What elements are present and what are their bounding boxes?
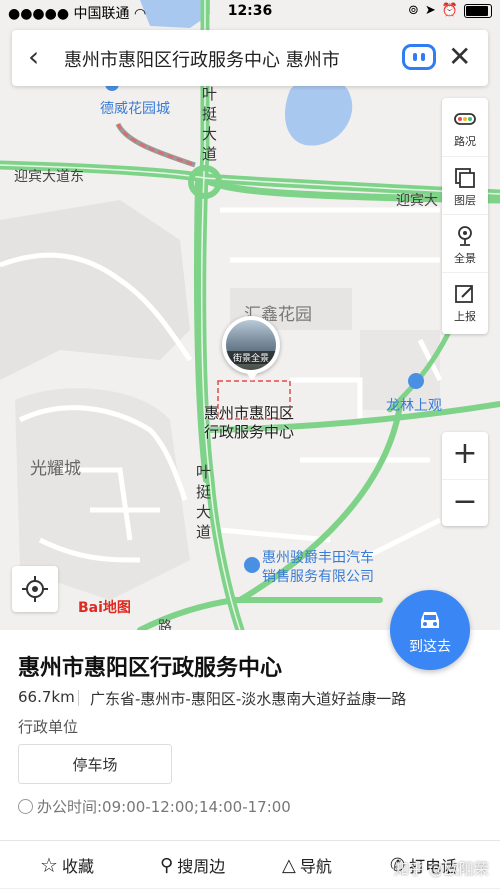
battery-icon xyxy=(464,3,492,18)
parking-tag-button[interactable]: 停车场 xyxy=(18,744,172,784)
place-address: 广东省-惠州市-惠阳区-淡水惠南大道好益康一路 xyxy=(90,690,407,708)
star-icon: ☆ xyxy=(40,853,58,877)
map-label-dealer[interactable]: 惠州骏爵丰田汽车 销售服务有限公司 xyxy=(262,549,374,587)
panorama-button[interactable]: 全景 xyxy=(442,214,488,273)
voice-assistant-icon[interactable] xyxy=(402,44,436,70)
alarm-icon: ⏰ xyxy=(441,3,458,18)
poi-line-1: 惠州市惠阳区 xyxy=(204,404,295,422)
street-view-thumbnail: 街景全景 xyxy=(226,320,276,370)
pin-pointer xyxy=(246,372,258,381)
road-label-yeting-top: 叶挺大道 xyxy=(202,85,218,163)
lock-rotation-icon: ⊚ xyxy=(408,3,419,18)
poi-line-2: 行政服务中心 xyxy=(204,423,295,441)
place-category: 行政单位 xyxy=(18,718,79,736)
zoom-in-button[interactable]: + xyxy=(442,432,488,478)
status-icons: ⊚ ➤ ⏰ xyxy=(408,3,492,18)
road-label-yingbin: 迎宾大 xyxy=(396,193,438,209)
nearby-button[interactable]: ⚲ 搜周边 xyxy=(160,853,225,877)
baidu-map-logo: Bai地图 xyxy=(78,600,131,616)
favorite-button[interactable]: ☆ 收藏 xyxy=(40,853,94,877)
nearby-label: 搜周边 xyxy=(177,857,226,876)
zhihu-watermark: 知乎 @欧阳荣 xyxy=(394,860,489,878)
zoom-out-button[interactable]: − xyxy=(442,479,488,526)
edit-icon xyxy=(455,285,473,303)
layers-icon xyxy=(455,168,475,188)
back-icon[interactable]: ‹ xyxy=(28,42,39,72)
map-label-poi[interactable]: 惠州市惠阳区 行政服务中心 xyxy=(204,404,294,442)
road-label-yingbin-east: 迎宾大道东 xyxy=(14,169,84,185)
layers-button[interactable]: 图层 xyxy=(442,156,488,215)
street-view-pin[interactable]: 街景全景 xyxy=(222,316,280,374)
navigate-label: 导航 xyxy=(299,857,332,876)
location-icon: ➤ xyxy=(424,3,436,18)
traffic-button[interactable]: 路况 xyxy=(442,98,488,156)
close-icon[interactable]: ✕ xyxy=(448,40,471,73)
locate-button[interactable] xyxy=(12,566,58,612)
navigate-button[interactable]: △ 导航 xyxy=(282,853,332,877)
car-icon xyxy=(421,612,439,628)
map-label-dewei[interactable]: 德威花园城 xyxy=(100,98,170,118)
street-view-caption: 街景全景 xyxy=(226,351,276,364)
status-bar: ●●●●● 中国联通 ◠ 12:36 ⊚ ➤ ⏰ xyxy=(0,0,500,24)
search-header: ‹ 惠州市惠阳区行政服务中心 惠州市 ✕ xyxy=(12,30,488,86)
panorama-label: 全景 xyxy=(454,252,476,265)
divider xyxy=(78,690,79,706)
place-hours: 办公时间:09:00-12:00;14:00-17:00 xyxy=(18,796,291,817)
traffic-icon xyxy=(454,113,476,125)
layers-label: 图层 xyxy=(454,194,476,207)
report-label: 上报 xyxy=(454,310,476,323)
map-label-guangyao: 光耀城 xyxy=(30,459,81,479)
map-toolbar: 路况 图层 全景 上报 xyxy=(442,98,488,334)
zoom-control: + − xyxy=(442,432,488,526)
go-here-button[interactable]: 到这去 xyxy=(390,590,470,670)
favorite-label: 收藏 xyxy=(61,857,94,876)
location-pin-icon: ⚲ xyxy=(160,854,174,876)
road-label-yeting-bottom: 叶挺大道 xyxy=(196,463,212,541)
traffic-label: 路况 xyxy=(454,135,476,148)
dealer-line-2: 销售服务有限公司 xyxy=(262,569,374,585)
report-button[interactable]: 上报 xyxy=(442,272,488,331)
go-here-label: 到这去 xyxy=(409,639,451,655)
navigation-arrow-icon: △ xyxy=(282,854,296,876)
place-distance: 66.7km xyxy=(18,688,75,706)
search-query[interactable]: 惠州市惠阳区行政服务中心 惠州市 xyxy=(64,46,340,72)
panorama-icon xyxy=(458,226,472,246)
locate-icon xyxy=(22,576,48,602)
hours-text: 办公时间:09:00-12:00;14:00-17:00 xyxy=(37,798,291,816)
dealer-line-1: 惠州骏爵丰田汽车 xyxy=(262,550,374,566)
clock-icon xyxy=(18,799,33,814)
place-name: 惠州市惠阳区行政服务中心 xyxy=(18,656,283,681)
map-label-longlin[interactable]: 龙林上观 xyxy=(386,395,442,415)
